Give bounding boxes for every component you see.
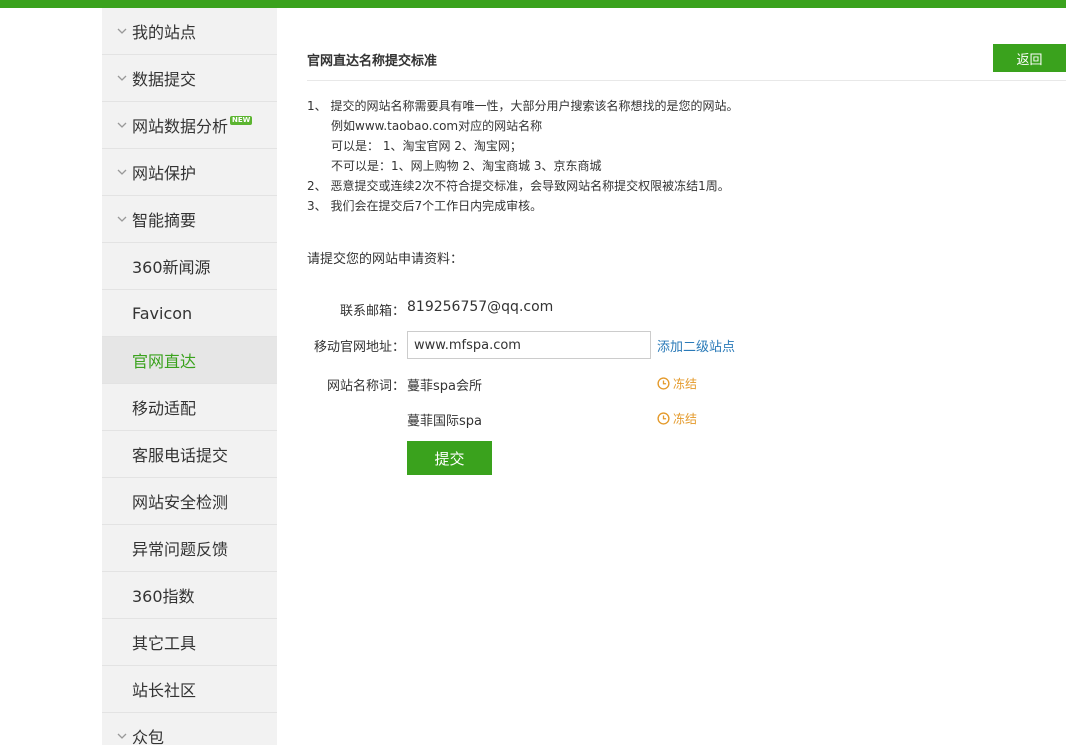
main-content: 官网直达名称提交标准 返回 1、 提交的网站名称需要具有唯一性，大部分用户搜索该… bbox=[277, 8, 1066, 745]
add-subsite-link[interactable]: 添加二级站点 bbox=[657, 336, 735, 355]
sidebar: 我的站点 数据提交 网站数据分析 NEW 网站保护 智能摘要 360新闻源 Fa… bbox=[102, 8, 277, 745]
sidebar-item-data-analysis[interactable]: 网站数据分析 NEW bbox=[102, 102, 277, 149]
back-button[interactable]: 返回 bbox=[993, 44, 1066, 72]
rule-line: 1、 提交的网站名称需要具有唯一性，大部分用户搜索该名称想找的是您的网站。 bbox=[307, 99, 739, 113]
new-badge: NEW bbox=[230, 115, 253, 125]
sidebar-item-label: Favicon bbox=[132, 303, 193, 323]
sidebar-item-label: 网站保护 bbox=[132, 164, 197, 183]
sidebar-item-label: 异常问题反馈 bbox=[132, 540, 229, 559]
sidebar-item-other-tools[interactable]: 其它工具 bbox=[102, 619, 277, 666]
email-value: 819256757@qq.com bbox=[407, 299, 554, 315]
sidebar-item-news-source[interactable]: 360新闻源 bbox=[102, 243, 277, 290]
sidebar-item-label: 360新闻源 bbox=[132, 258, 211, 277]
sidebar-item-favicon[interactable]: Favicon bbox=[102, 290, 277, 337]
sidebar-item-360-index[interactable]: 360指数 bbox=[102, 572, 277, 619]
rule-line: 3、 我们会在提交后7个工作日内完成审核。 bbox=[307, 199, 543, 213]
top-accent-bar bbox=[0, 0, 1066, 8]
sidebar-item-official-direct[interactable]: 官网直达 bbox=[102, 337, 277, 384]
divider bbox=[307, 80, 1066, 81]
rule-line: 例如www.taobao.com对应的网站名称 bbox=[331, 119, 543, 133]
sidebar-item-crowdsource[interactable]: 众包 bbox=[102, 713, 277, 745]
keyword-value: 蔓菲国际spa bbox=[407, 414, 482, 429]
freeze-link[interactable]: 冻结 bbox=[657, 410, 697, 427]
chevron-down-icon bbox=[112, 75, 132, 81]
sidebar-item-label: 众包 bbox=[132, 728, 165, 745]
keyword-value: 蔓菲spa会所 bbox=[407, 379, 482, 394]
chevron-down-icon bbox=[112, 122, 132, 128]
sidebar-item-label: 数据提交 bbox=[132, 70, 197, 89]
sidebar-item-label: 客服电话提交 bbox=[132, 446, 229, 465]
sidebar-item-issue-feedback[interactable]: 异常问题反馈 bbox=[102, 525, 277, 572]
freeze-label: 冻结 bbox=[673, 412, 698, 426]
sidebar-item-label: 其它工具 bbox=[132, 634, 197, 653]
sidebar-item-label: 网站安全检测 bbox=[132, 493, 229, 512]
sidebar-item-mobile-adapt[interactable]: 移动适配 bbox=[102, 384, 277, 431]
sidebar-item-data-submit[interactable]: 数据提交 bbox=[102, 55, 277, 102]
sidebar-item-security-check[interactable]: 网站安全检测 bbox=[102, 478, 277, 525]
sidebar-item-label: 我的站点 bbox=[132, 23, 197, 42]
sidebar-item-my-sites[interactable]: 我的站点 bbox=[102, 8, 277, 55]
sidebar-item-community[interactable]: 站长社区 bbox=[102, 666, 277, 713]
sidebar-item-label: 360指数 bbox=[132, 587, 195, 606]
sidebar-item-smart-summary[interactable]: 智能摘要 bbox=[102, 196, 277, 243]
clock-icon bbox=[657, 377, 670, 390]
chevron-down-icon bbox=[112, 216, 132, 222]
form-prompt: 请提交您的网站申请资料： bbox=[307, 252, 464, 267]
keyword-label: 网站名称词： bbox=[326, 379, 405, 394]
chevron-down-icon bbox=[112, 733, 132, 739]
freeze-link[interactable]: 冻结 bbox=[657, 375, 697, 392]
sidebar-item-label: 网站数据分析 bbox=[132, 117, 229, 136]
sidebar-item-label: 智能摘要 bbox=[132, 211, 197, 230]
submission-rules: 1、 提交的网站名称需要具有唯一性，大部分用户搜索该名称想找的是您的网站。 例如… bbox=[307, 96, 738, 216]
sidebar-item-label: 官网直达 bbox=[132, 352, 197, 371]
sidebar-item-label: 站长社区 bbox=[132, 681, 197, 700]
sidebar-item-label: 移动适配 bbox=[132, 399, 197, 418]
sidebar-item-phone-submit[interactable]: 客服电话提交 bbox=[102, 431, 277, 478]
chevron-down-icon bbox=[112, 169, 132, 175]
page-title: 官网直达名称提交标准 bbox=[307, 54, 438, 69]
url-label: 移动官网地址： bbox=[313, 340, 405, 355]
rule-line: 2、 恶意提交或连续2次不符合提交标准，会导致网站名称提交权限被冻结1周。 bbox=[307, 179, 730, 193]
clock-icon bbox=[657, 412, 670, 425]
rule-line: 不可以是：1、网上购物 2、淘宝商城 3、京东商城 bbox=[331, 159, 602, 173]
sidebar-item-site-protection[interactable]: 网站保护 bbox=[102, 149, 277, 196]
email-label: 联系邮箱： bbox=[339, 304, 405, 319]
rule-line: 可以是： 1、淘宝官网 2、淘宝网； bbox=[331, 139, 522, 153]
mobile-url-input[interactable] bbox=[407, 331, 651, 359]
freeze-label: 冻结 bbox=[673, 377, 698, 391]
submit-button[interactable]: 提交 bbox=[407, 441, 492, 475]
chevron-down-icon bbox=[112, 28, 132, 34]
